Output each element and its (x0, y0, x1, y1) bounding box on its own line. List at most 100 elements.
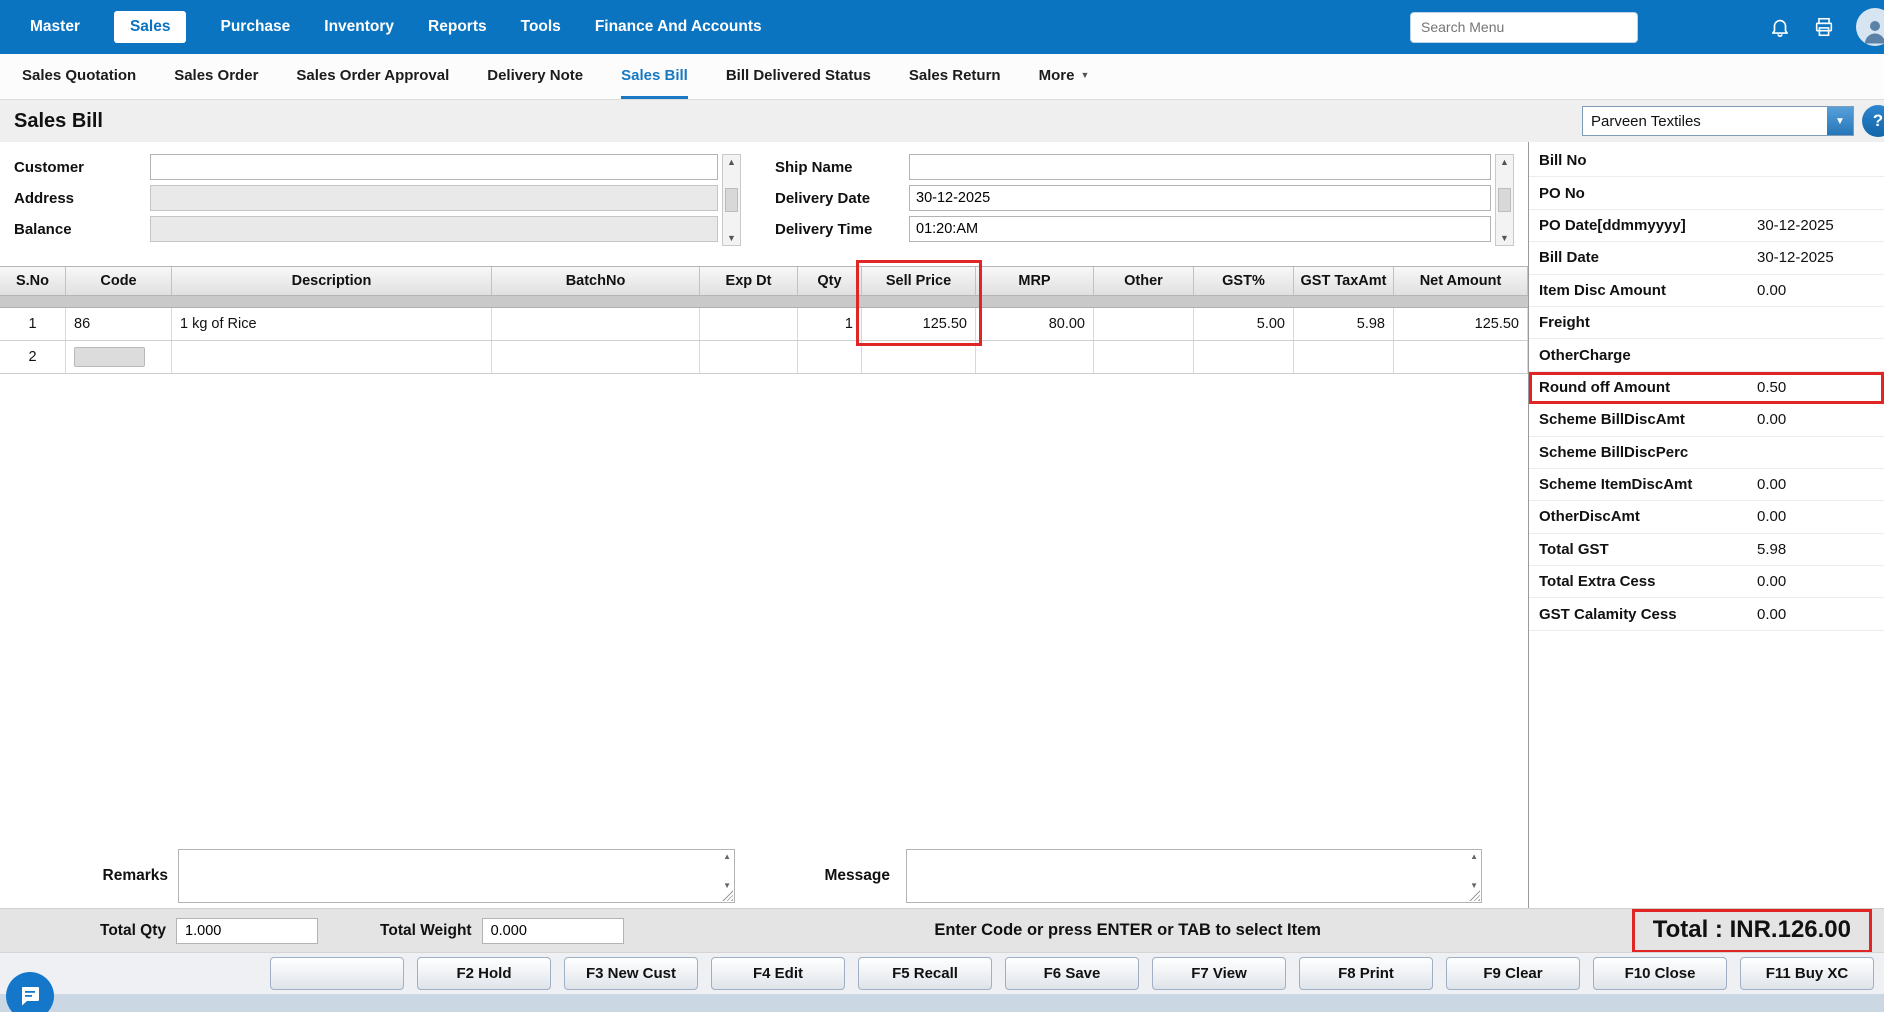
totals-bar: Total Qty Total Weight Enter Code or pre… (0, 908, 1884, 952)
company-select[interactable]: Parveen Textiles ▼ (1582, 106, 1854, 136)
scroll-up-icon[interactable]: ▲ (723, 852, 731, 861)
f3-new-cust-button[interactable]: F3 New Cust (564, 957, 698, 990)
summary-otherdiscamt: OtherDiscAmt 0.00 (1529, 501, 1884, 533)
cell-code[interactable]: 86 (66, 308, 172, 340)
shipping-scrollbar[interactable]: ▲ ▼ (1495, 154, 1514, 246)
tab-sales-bill[interactable]: Sales Bill (621, 54, 688, 99)
cell-sno[interactable]: 2 (0, 341, 66, 373)
cell-expdt[interactable] (700, 341, 798, 373)
cell-mrp[interactable] (976, 341, 1094, 373)
delivery-date-input[interactable] (909, 185, 1491, 211)
cell-net-amount[interactable] (1394, 341, 1528, 373)
f9-clear-button[interactable]: F9 Clear (1446, 957, 1580, 990)
cell-other[interactable] (1094, 341, 1194, 373)
scrollbar-thumb[interactable] (1498, 188, 1511, 212)
summary-label: Item Disc Amount (1539, 282, 1757, 299)
cell-description[interactable]: 1 kg of Rice (172, 308, 492, 340)
chat-icon[interactable] (6, 972, 54, 1012)
tab-sales-order-approval[interactable]: Sales Order Approval (296, 54, 449, 99)
cell-gst-taxamt[interactable]: 5.98 (1294, 308, 1394, 340)
menu-purchase[interactable]: Purchase (220, 18, 290, 36)
summary-label: PO No (1539, 185, 1757, 202)
balance-label: Balance (0, 221, 150, 238)
total-qty-label: Total Qty (100, 922, 166, 940)
menu-reports[interactable]: Reports (428, 18, 487, 36)
ship-name-label: Ship Name (771, 159, 909, 176)
menu-master[interactable]: Master (30, 18, 80, 36)
customer-scrollbar[interactable]: ▲ ▼ (722, 154, 741, 246)
cell-code[interactable] (66, 341, 172, 373)
tab-sales-quotation[interactable]: Sales Quotation (22, 54, 136, 99)
summary-label: Round off Amount (1539, 379, 1757, 396)
scroll-down-icon[interactable]: ▼ (723, 881, 731, 890)
cell-net-amount[interactable]: 125.50 (1394, 308, 1528, 340)
f4-edit-button[interactable]: F4 Edit (711, 957, 845, 990)
entry-hint-text: Enter Code or press ENTER or TAB to sele… (624, 921, 1632, 940)
cell-sno[interactable]: 1 (0, 308, 66, 340)
cell-qty[interactable] (798, 341, 862, 373)
dropdown-arrow-button[interactable]: ▼ (1827, 107, 1853, 135)
tab-sales-order[interactable]: Sales Order (174, 54, 258, 99)
cell-gst-pct[interactable]: 5.00 (1194, 308, 1294, 340)
remarks-label: Remarks (0, 867, 178, 885)
f8-print-button[interactable]: F8 Print (1299, 957, 1433, 990)
f7-view-button[interactable]: F7 View (1152, 957, 1286, 990)
scroll-down-icon[interactable]: ▼ (1500, 233, 1509, 243)
page-header-right: Parveen Textiles ▼ ? (1582, 105, 1884, 137)
cell-expdt[interactable] (700, 308, 798, 340)
scroll-up-icon[interactable]: ▲ (1470, 852, 1478, 861)
bell-icon[interactable] (1768, 15, 1792, 39)
search-input[interactable] (1410, 12, 1638, 43)
scroll-down-icon[interactable]: ▼ (1470, 881, 1478, 890)
tab-bill-delivered-status[interactable]: Bill Delivered Status (726, 54, 871, 99)
function-button-bar: F2 Hold F3 New Cust F4 Edit F5 Recall F6… (0, 952, 1884, 994)
tab-more[interactable]: More ▼ (1039, 54, 1090, 99)
cell-description[interactable] (172, 341, 492, 373)
customer-form-group: Customer Address Balance (0, 154, 718, 260)
f2-hold-button[interactable]: F2 Hold (417, 957, 551, 990)
printer-icon[interactable] (1812, 15, 1836, 39)
scroll-down-icon[interactable]: ▼ (727, 233, 736, 243)
summary-label: Bill No (1539, 152, 1757, 169)
f5-recall-button[interactable]: F5 Recall (858, 957, 992, 990)
total-qty-input[interactable] (176, 918, 318, 944)
cell-sell-price[interactable]: 125.50 (862, 308, 976, 340)
cell-sell-price[interactable] (862, 341, 976, 373)
cell-other[interactable] (1094, 308, 1194, 340)
customer-input[interactable] (150, 154, 718, 180)
items-grid: S.No Code Description BatchNo Exp Dt Qty… (0, 266, 1528, 374)
message-textarea[interactable] (907, 850, 1481, 902)
menu-finance-accounts[interactable]: Finance And Accounts (595, 18, 762, 36)
sales-subnav: Sales Quotation Sales Order Sales Order … (0, 54, 1884, 100)
menu-sales[interactable]: Sales (114, 11, 187, 43)
summary-label: Scheme ItemDiscAmt (1539, 476, 1757, 493)
summary-value: 0.00 (1757, 476, 1884, 493)
tab-sales-return[interactable]: Sales Return (909, 54, 1001, 99)
summary-label: OtherDiscAmt (1539, 508, 1757, 525)
delivery-time-input[interactable] (909, 216, 1491, 242)
cell-batchno[interactable] (492, 341, 700, 373)
menu-inventory[interactable]: Inventory (324, 18, 394, 36)
cell-qty[interactable]: 1 (798, 308, 862, 340)
cell-batchno[interactable] (492, 308, 700, 340)
cell-mrp[interactable]: 80.00 (976, 308, 1094, 340)
scrollbar-thumb[interactable] (725, 188, 738, 212)
f10-close-button[interactable]: F10 Close (1593, 957, 1727, 990)
col-batchno: BatchNo (492, 267, 700, 295)
total-weight-input[interactable] (482, 918, 624, 944)
remarks-row: Remarks ▲ ▼ Message ▲ ▼ (0, 844, 1528, 908)
avatar[interactable] (1856, 8, 1884, 46)
cell-gst-pct[interactable] (1194, 341, 1294, 373)
remarks-textarea[interactable] (179, 850, 734, 902)
f11-buy-xc-button[interactable]: F11 Buy XC (1740, 957, 1874, 990)
scroll-up-icon[interactable]: ▲ (1500, 157, 1509, 167)
code-edit-cell[interactable] (74, 347, 145, 367)
menu-tools[interactable]: Tools (521, 18, 561, 36)
scroll-up-icon[interactable]: ▲ (727, 157, 736, 167)
ship-name-input[interactable] (909, 154, 1491, 180)
blank-button[interactable] (270, 957, 404, 990)
f6-save-button[interactable]: F6 Save (1005, 957, 1139, 990)
cell-gst-taxamt[interactable] (1294, 341, 1394, 373)
tab-delivery-note[interactable]: Delivery Note (487, 54, 583, 99)
help-icon[interactable]: ? (1862, 105, 1884, 137)
